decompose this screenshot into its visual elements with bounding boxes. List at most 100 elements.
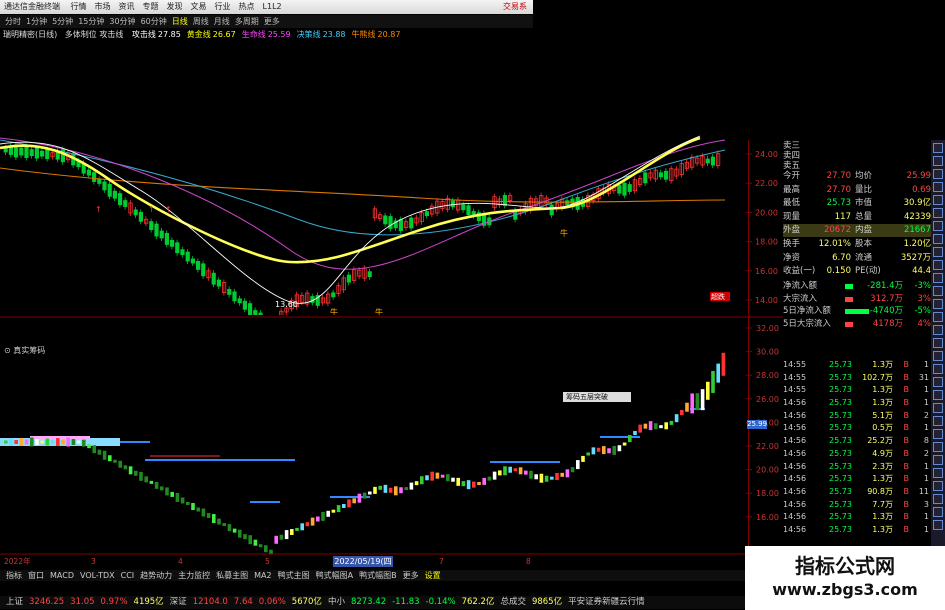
tab-indicator[interactable]: 鸭式主图 <box>278 571 310 580</box>
tab-indicator[interactable]: 鸭式幅图B <box>359 571 397 580</box>
menu-item[interactable]: 专题 <box>143 2 159 11</box>
candle <box>201 263 206 277</box>
candle <box>92 172 97 182</box>
toolbar-button[interactable] <box>933 182 943 192</box>
ticker-item: 4195亿 <box>133 597 164 607</box>
trade-time: 14:56 <box>783 499 807 509</box>
tab-period[interactable]: 分时 <box>5 17 21 26</box>
flow-bar <box>845 309 869 314</box>
toolbar-button[interactable] <box>933 442 943 452</box>
chip-candle <box>66 437 70 447</box>
toolbar-button[interactable] <box>933 429 943 439</box>
candle <box>383 215 388 225</box>
chip-candle <box>378 485 382 490</box>
trade-row: 14:56 25.73 90.8万 B 11 <box>783 486 931 499</box>
tab-period[interactable]: 1分钟 <box>26 17 47 26</box>
tab-indicator[interactable]: 设置 <box>425 571 441 580</box>
tab-period[interactable]: 月线 <box>214 17 230 26</box>
quote-value: 27.70 <box>826 171 851 181</box>
toolbar-button[interactable] <box>933 520 943 530</box>
menu-item[interactable]: 市场 <box>95 2 111 11</box>
menu-item[interactable]: 热点 <box>239 2 255 11</box>
candle <box>29 149 34 156</box>
toolbar-button[interactable] <box>933 507 943 517</box>
tab-indicator[interactable]: 趋势动力 <box>140 571 172 580</box>
tab-indicator[interactable]: 鸭式幅图A <box>316 571 353 580</box>
toolbar-button[interactable] <box>933 364 943 374</box>
chip-candle <box>9 438 13 446</box>
toolbar-button[interactable] <box>933 299 943 309</box>
tab-indicator[interactable]: MACD <box>50 571 74 580</box>
toolbar-button[interactable] <box>933 273 943 283</box>
tab-period[interactable]: 30分钟 <box>109 17 135 26</box>
toolbar-button[interactable] <box>933 455 943 465</box>
toolbar-button[interactable] <box>933 156 943 166</box>
menu-item[interactable]: 文易 <box>191 2 207 11</box>
toolbar-button[interactable] <box>933 390 943 400</box>
tab-period[interactable]: 周线 <box>193 17 209 26</box>
toolbar-button[interactable] <box>933 260 943 270</box>
candle <box>24 146 29 158</box>
tab-period[interactable]: 多周期 <box>235 17 259 26</box>
flow-row: 5日净流入额 -4740万 -5% <box>783 305 931 318</box>
toolbar-button[interactable] <box>933 468 943 478</box>
toolbar-button[interactable] <box>933 494 943 504</box>
tab-indicator[interactable]: MA2 <box>254 571 271 580</box>
tab-period[interactable]: 日线 <box>172 17 188 26</box>
toolbar-button[interactable] <box>933 286 943 296</box>
candle <box>549 204 554 216</box>
chip-candle <box>347 499 351 508</box>
toolbar-button[interactable] <box>933 169 943 179</box>
toolbar-button[interactable] <box>933 403 943 413</box>
indicator-value: 黄金线 26.67 <box>187 30 236 39</box>
toolbar-button[interactable] <box>933 351 943 361</box>
menu-item[interactable]: 发现 <box>167 2 183 11</box>
tab-period[interactable]: 5分钟 <box>52 17 73 26</box>
menu-item[interactable]: L1L2 <box>263 2 282 11</box>
candle <box>86 169 91 176</box>
toolbar-button[interactable] <box>933 143 943 153</box>
tab-period[interactable]: 更多 <box>264 17 280 26</box>
chip-candle <box>503 466 507 476</box>
title-bar: 通达信金融终端 行情 市场 资讯 专题 发现 文易 行业 热点 L1L2 交易系 <box>0 0 533 14</box>
trade-label[interactable]: 交易系 <box>503 0 527 14</box>
chip-popup[interactable]: 筹码五层突破 <box>563 392 631 402</box>
chip-candle <box>596 447 601 452</box>
trade-price: 25.73 <box>829 486 852 496</box>
tab-indicator[interactable]: 更多 <box>403 571 419 580</box>
tab-indicator[interactable]: 主力监控 <box>178 571 210 580</box>
chip-chart[interactable]: 32.0030.0028.0026.0024.0022.0020.0018.00… <box>0 316 783 570</box>
trade-count: 11 <box>918 486 929 496</box>
tab-indicator[interactable]: VOL-TDX <box>80 571 115 580</box>
menu-item[interactable]: 行情 <box>71 2 87 11</box>
candle <box>247 303 253 315</box>
x-tick-label: 3 <box>91 557 96 566</box>
chip-candle <box>638 424 642 433</box>
toolbar-button[interactable] <box>933 195 943 205</box>
toolbar-button[interactable] <box>933 247 943 257</box>
toolbar-button[interactable] <box>933 481 943 491</box>
chip-candle <box>550 476 554 480</box>
chip-candle <box>326 510 330 517</box>
tab-indicator[interactable]: 私募主图 <box>216 571 248 580</box>
tab-indicator[interactable]: 窗口 <box>28 571 44 580</box>
tab-indicator[interactable]: 指标 <box>6 571 22 580</box>
chip-candle <box>565 469 570 478</box>
chip-candle <box>357 493 362 503</box>
toolbar-button[interactable] <box>933 416 943 426</box>
tab-indicator[interactable]: CCI <box>121 571 135 580</box>
menu-item[interactable]: 行业 <box>215 2 231 11</box>
menu-item[interactable]: 资讯 <box>119 2 135 11</box>
toolbar-button[interactable] <box>933 312 943 322</box>
toolbar-button[interactable] <box>933 377 943 387</box>
tab-period[interactable]: 15分钟 <box>78 17 104 26</box>
toolbar-button[interactable] <box>933 221 943 231</box>
kline-chart[interactable]: 24.0022.0020.0018.0016.0014.00↑ ↑ ↑牛 牛牛13.6… <box>0 40 783 315</box>
toolbar-button[interactable] <box>933 234 943 244</box>
indicator-value: 牛熊线 20.87 <box>352 30 401 39</box>
tab-period[interactable]: 60分钟 <box>141 17 167 26</box>
toolbar-button[interactable] <box>933 208 943 218</box>
toolbar-button[interactable] <box>933 325 943 335</box>
toolbar-button[interactable] <box>933 338 943 348</box>
trade-row: 14:55 25.73 1.3万 B 1 <box>783 359 931 372</box>
